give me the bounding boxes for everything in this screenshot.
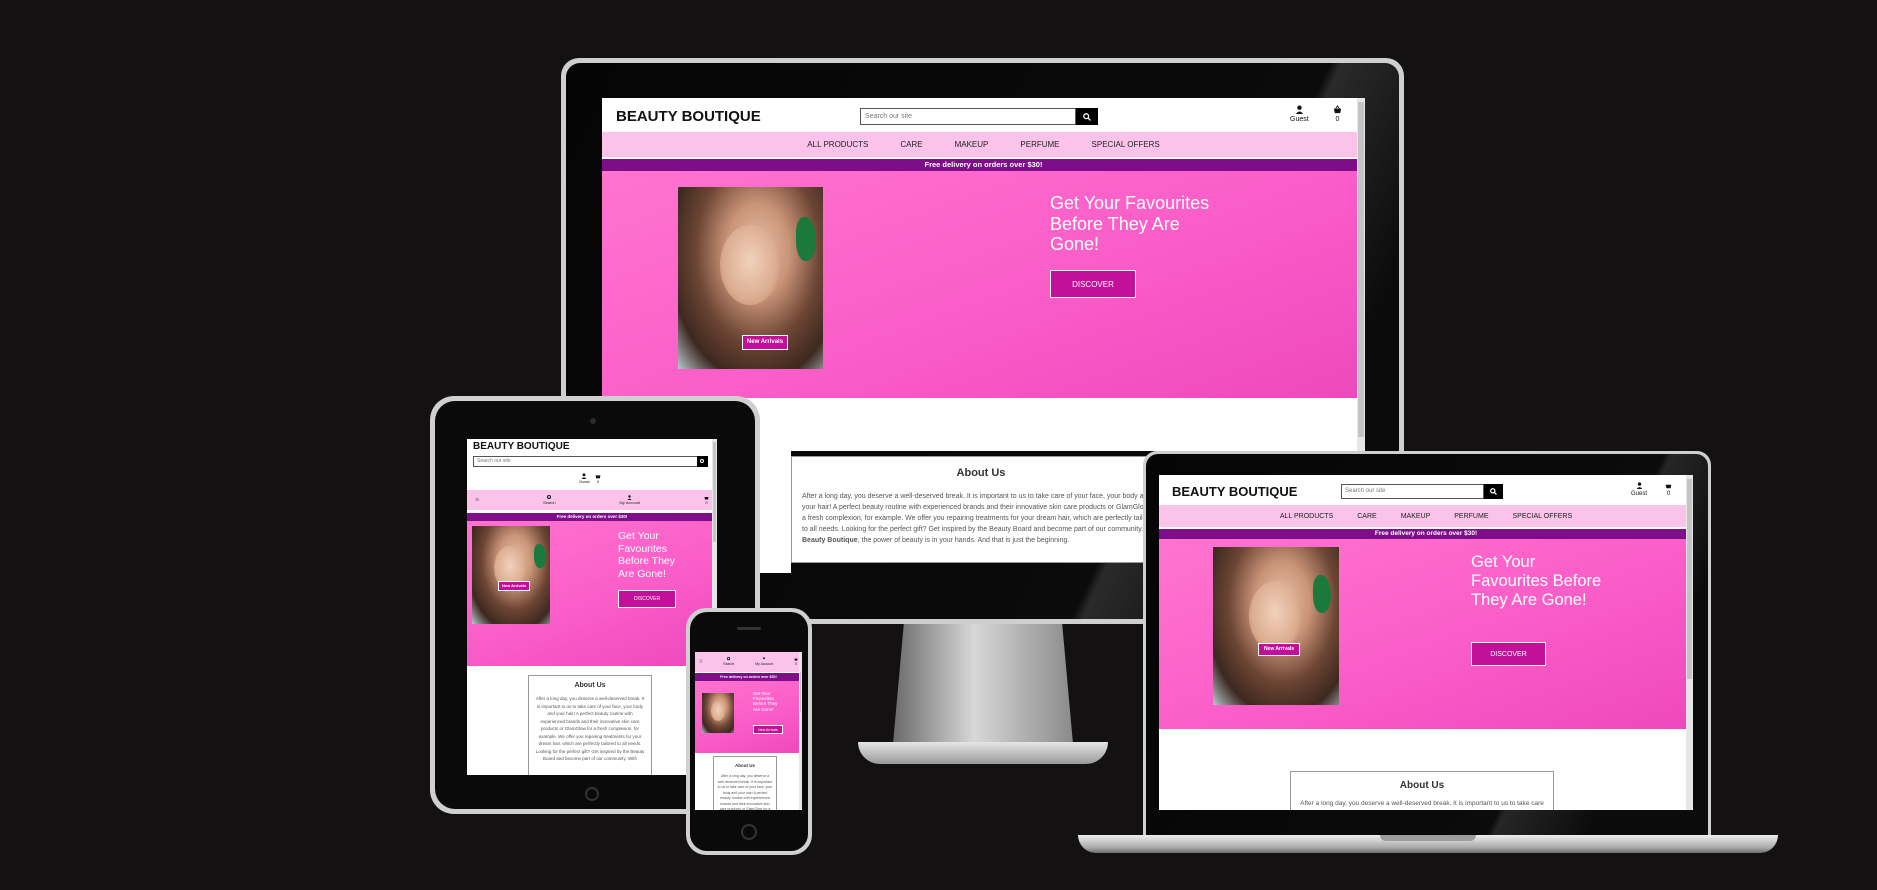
laptop-nav-makeup[interactable]: MAKEUP [1401, 513, 1431, 520]
phone-screen: ≡ Search My Account 0 Free delivery on o… [695, 652, 802, 810]
user-icon [1636, 482, 1642, 489]
scrollbar[interactable] [1357, 98, 1365, 451]
search-icon [546, 494, 551, 499]
monitor-neck [893, 624, 1073, 744]
tablet-brand-logo[interactable]: BEAUTY BOUTIQUE [473, 441, 570, 452]
search-icon [1083, 112, 1091, 121]
laptop-notch [1380, 835, 1476, 841]
laptop-nav-special-offers[interactable]: SPECIAL OFFERS [1513, 513, 1573, 520]
laptop-scrollbar[interactable] [1686, 475, 1693, 810]
laptop-nav-perfume[interactable]: PERFUME [1454, 513, 1488, 520]
phone-nav-search[interactable]: Search [723, 657, 734, 667]
search-button[interactable] [1076, 108, 1098, 125]
nav-item-makeup[interactable]: MAKEUP [955, 140, 989, 149]
laptop-hero: New Arrivals Get Your Favourites Before … [1159, 539, 1693, 729]
hamburger-icon[interactable]: ≡ [699, 659, 703, 665]
tablet-cart-link[interactable]: 0 [595, 473, 601, 484]
new-arrivals-badge[interactable]: New Arrivals [742, 335, 788, 350]
tablet-search-button[interactable] [697, 456, 708, 467]
basket-icon [1333, 105, 1342, 114]
hero-headline: Get Your Favourites Before They Are Gone… [1050, 193, 1210, 255]
about-title: About Us [956, 467, 1006, 479]
laptop-main-nav: ALL PRODUCTS CARE MAKEUP PERFUME SPECIAL… [1159, 505, 1693, 527]
phone-nav-cart[interactable]: 0 [794, 657, 798, 667]
basket-icon [794, 658, 798, 661]
tablet-hero-headline: Get Your Favourites Before They Are Gone… [618, 530, 676, 580]
laptop-nav-all-products[interactable]: ALL PRODUCTS [1280, 513, 1333, 520]
tablet-hero-photo [472, 526, 550, 624]
basket-icon [595, 475, 601, 479]
hero-section: New Arrivals Get Your Favourites Before … [602, 171, 1365, 398]
site-header: BEAUTY BOUTIQUE Search our site Guest 0 [602, 98, 1365, 132]
laptop-new-arrivals-badge[interactable]: New Arrivals [1258, 643, 1300, 656]
nav-item-special-offers[interactable]: SPECIAL OFFERS [1092, 140, 1160, 149]
laptop-cart-link[interactable]: 0 [1665, 482, 1672, 498]
tablet-new-arrivals-badge[interactable]: New Arrivals [498, 581, 530, 591]
about-section: About Us After a long day, you deserve a… [791, 456, 1171, 563]
tablet-promo-banner: Free delivery on orders over $30! [467, 513, 717, 521]
phone-home-button[interactable] [741, 824, 757, 840]
phone-hero-headline: Get Your Favourites Before They Are Gone… [753, 691, 778, 712]
laptop-hero-photo [1213, 547, 1339, 705]
tablet-nav-cart[interactable]: 0 [704, 495, 709, 506]
phone-hero-photo [702, 693, 734, 733]
brand-logo[interactable]: BEAUTY BOUTIQUE [616, 108, 761, 125]
laptop-promo-banner: Free delivery on orders over $30! [1159, 529, 1693, 539]
tablet-about-section: About Us After a long day, you deserve a… [528, 675, 652, 775]
laptop-search-input[interactable]: Search our site [1341, 484, 1484, 499]
cart-link[interactable]: 0 [1333, 105, 1342, 124]
monitor-base [858, 742, 1108, 764]
laptop-about-section: About Us After a long day, you deserve a… [1290, 771, 1554, 810]
tablet-screen: BEAUTY BOUTIQUE Search our site Guest 0 … [467, 439, 717, 775]
phone-scrollbar[interactable] [799, 652, 802, 810]
phone-nav-account[interactable]: My Account [755, 657, 773, 667]
cart-count: 0 [1335, 116, 1340, 124]
laptop-brand-logo[interactable]: BEAUTY BOUTIQUE [1172, 484, 1297, 499]
search-icon [1490, 488, 1497, 495]
search-input[interactable]: Search our site [860, 108, 1076, 125]
tablet-search-input[interactable]: Search our site [473, 456, 703, 467]
user-icon [1295, 105, 1303, 114]
phone-about-section: About Us After a long day, you deserve a… [713, 756, 777, 810]
basket-icon [704, 496, 709, 500]
laptop-hero-headline: Get Your Favourites Before They Are Gone… [1471, 553, 1602, 609]
phone-discover-button[interactable]: New Arrivals [753, 725, 783, 734]
tablet-nav-search[interactable]: Search [543, 494, 556, 506]
laptop-search-button[interactable] [1484, 484, 1503, 499]
tablet-account-link[interactable]: Guest [579, 473, 590, 484]
user-icon [627, 494, 632, 500]
laptop-screen: BEAUTY BOUTIQUE Search our site Guest 0 … [1159, 475, 1693, 810]
user-icon [763, 657, 766, 660]
tablet-nav-account[interactable]: My Account [619, 494, 640, 506]
basket-icon [1665, 484, 1672, 489]
search-icon [700, 459, 704, 463]
promo-banner: Free delivery on orders over $30! [602, 159, 1365, 171]
account-label: Guest [1290, 116, 1309, 124]
tablet-camera [590, 418, 596, 424]
laptop-header: BEAUTY BOUTIQUE Search our site Guest 0 [1159, 475, 1693, 505]
discover-button[interactable]: DISCOVER [1050, 270, 1136, 298]
tablet-discover-button[interactable]: DISCOVER [618, 590, 676, 608]
phone-hero: Get Your Favourites Before They Are Gone… [695, 681, 802, 753]
tablet-hero: New Arrivals Get Your Favourites Before … [467, 521, 717, 666]
search-icon [726, 657, 731, 661]
laptop-nav-care[interactable]: CARE [1357, 513, 1376, 520]
about-text: After a long day, you deserve a well-des… [802, 493, 1160, 544]
phone-promo-banner: Free delivery on orders over $30! [695, 673, 802, 681]
user-icon [581, 473, 587, 479]
phone-mobile-nav: ≡ Search My Account 0 [695, 652, 802, 672]
nav-item-perfume[interactable]: PERFUME [1020, 140, 1059, 149]
tablet-home-button[interactable] [585, 787, 599, 801]
nav-item-care[interactable]: CARE [900, 140, 922, 149]
laptop-account-link[interactable]: Guest [1631, 482, 1647, 498]
hamburger-icon[interactable]: ≡ [475, 497, 479, 504]
tablet-mobile-nav: ≡ Search My Account 0 [467, 490, 717, 510]
account-link[interactable]: Guest [1290, 105, 1309, 124]
laptop-discover-button[interactable]: DISCOVER [1471, 642, 1546, 666]
nav-item-all-products[interactable]: ALL PRODUCTS [807, 140, 868, 149]
main-nav: ALL PRODUCTS CARE MAKEUP PERFUME SPECIAL… [602, 132, 1365, 157]
